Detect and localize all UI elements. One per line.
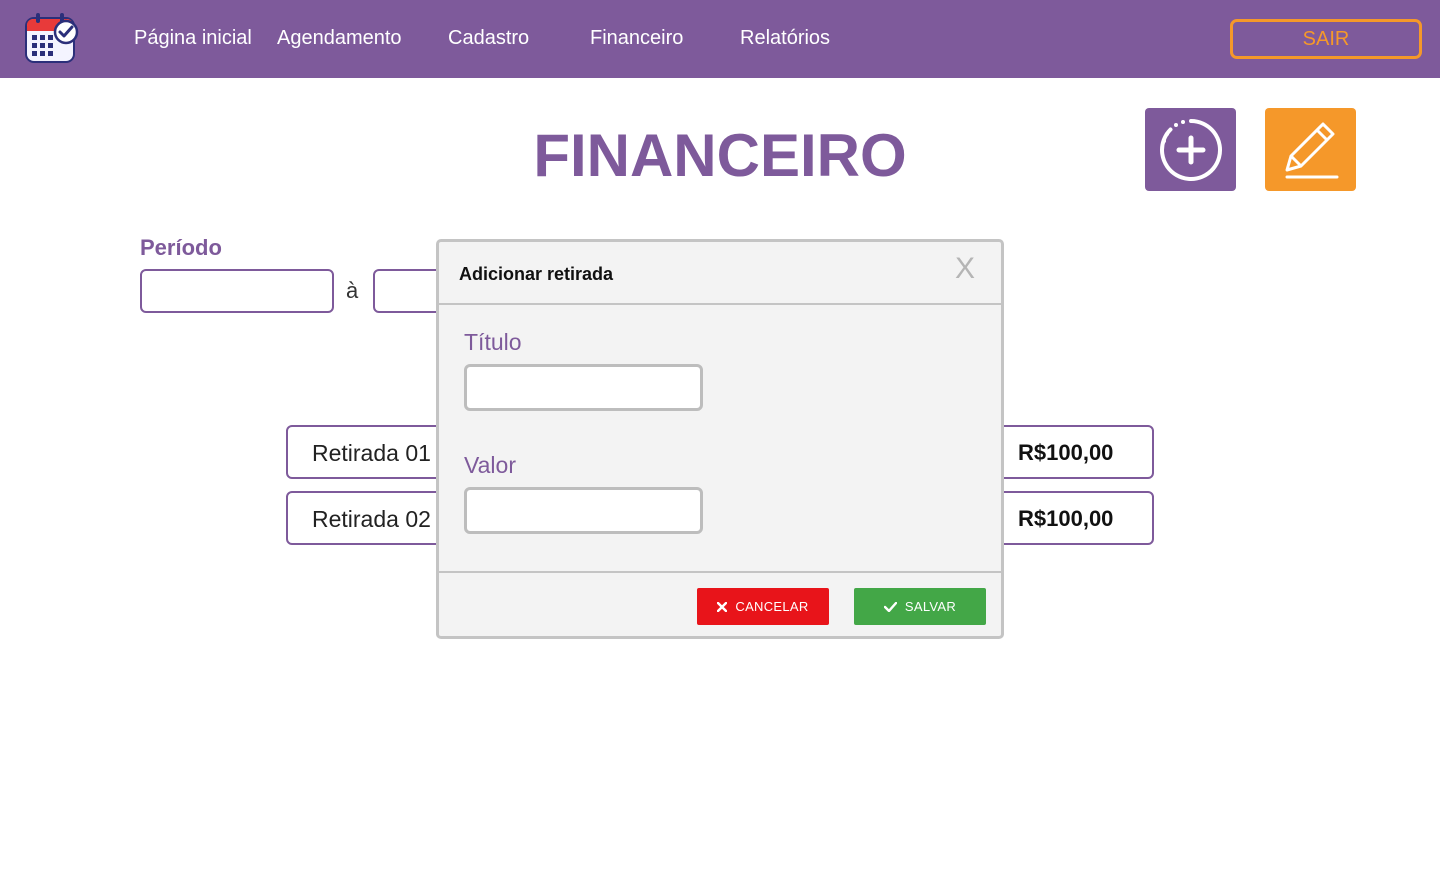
nav-item-relatorios[interactable]: Relatórios [740,26,830,50]
close-icon[interactable]: X [955,252,975,286]
x-icon [717,601,728,612]
withdrawal-title: Retirada 01 [312,440,431,466]
date-separator: à [346,278,359,303]
cancel-button[interactable]: CANCELAR [697,588,829,625]
modal-footer: CANCELAR SALVAR [439,571,1001,636]
periodo-label: Período [140,235,222,260]
add-withdrawal-modal: Adicionar retirada X Título Valor CANCEL… [436,239,1004,639]
pencil-icon [1285,122,1338,178]
save-button[interactable]: SALVAR [854,588,986,625]
nav-item-pagina-inicial[interactable]: Página inicial [134,26,252,50]
logout-button[interactable]: SAIR [1230,19,1422,59]
modal-title: Adicionar retirada [459,264,614,284]
nav-item-financeiro[interactable]: Financeiro [590,26,683,50]
start-date-field[interactable] [140,269,334,313]
save-button-label: SALVAR [904,599,957,614]
top-navbar: Página inicial Agendamento Cadastro Fina… [0,0,1440,78]
check-icon [883,601,897,612]
withdrawal-value: R$100,00 [1018,506,1114,531]
add-withdrawal-button[interactable] [1145,108,1236,191]
withdrawal-value: R$100,00 [1018,440,1114,465]
valor-label: Valor [464,452,516,478]
modal-header: Adicionar retirada X [439,242,1001,305]
nav-item-cadastro[interactable]: Cadastro [448,26,529,50]
plus-circle-icon [1159,118,1222,181]
withdrawal-title: Retirada 02 [312,506,431,532]
nav-item-agendamento[interactable]: Agendamento [277,26,402,50]
titulo-field[interactable] [464,364,703,411]
calendar-check-icon[interactable] [22,11,80,67]
edit-withdrawal-button[interactable] [1265,108,1356,191]
cancel-button-label: CANCELAR [735,599,809,614]
titulo-label: Título [464,329,522,355]
valor-field[interactable] [464,487,703,534]
